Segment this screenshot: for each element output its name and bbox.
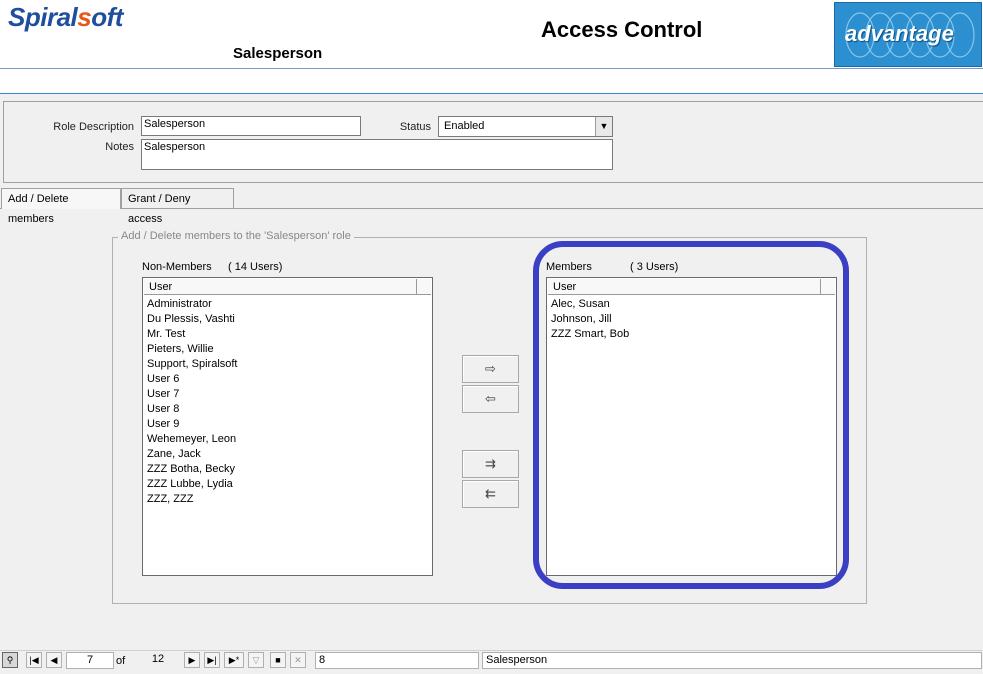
notes-textarea[interactable]: Salesperson [141, 139, 613, 170]
advantage-logo: advantage [834, 2, 982, 67]
members-label: Members [546, 261, 592, 273]
list-item[interactable]: Mr. Test [147, 327, 185, 342]
current-record-input[interactable]: 7 [66, 652, 114, 669]
non-members-column-header[interactable]: User [144, 279, 431, 295]
notes-label: Notes [105, 141, 134, 153]
status-label: Status [399, 121, 431, 133]
add-all-button[interactable]: ⇉ [462, 450, 519, 478]
new-record-icon[interactable]: ▶* [224, 652, 244, 668]
column-header-user: User [553, 281, 577, 293]
non-members-label: Non-Members [142, 261, 212, 273]
list-item[interactable]: Johnson, Jill [551, 312, 612, 327]
spiralsoft-logo: Spiralsoft [8, 2, 123, 32]
page-title: Access Control [541, 17, 703, 42]
list-item[interactable]: Administrator [147, 297, 212, 312]
last-record-icon[interactable]: ▶| [204, 652, 220, 668]
role-title: Salesperson [233, 45, 323, 62]
total-records: 12 [151, 653, 165, 665]
tab-grant-deny-access[interactable]: Grant / Deny access [121, 188, 234, 225]
members-list[interactable]: User Alec, Susan Johnson, Jill ZZZ Smart, … [546, 277, 837, 576]
advantage-text: advantage [845, 21, 954, 46]
list-item[interactable]: ZZZ Botha, Becky [147, 462, 235, 477]
add-selected-button[interactable]: ⇨ [462, 355, 519, 383]
non-members-count: ( 14 Users) [228, 261, 283, 273]
delete-icon[interactable]: ✕ [290, 652, 306, 668]
filter-icon[interactable]: ▽ [248, 652, 264, 668]
column-separator [416, 279, 417, 295]
first-record-icon[interactable]: |◀ [26, 652, 42, 668]
toolbar-strip [0, 69, 983, 94]
remove-selected-button[interactable]: ⇦ [462, 385, 519, 413]
of-label: of [116, 655, 126, 667]
tab-add-delete-members[interactable]: Add / Delete members [1, 188, 121, 225]
members-column-header[interactable]: User [548, 279, 835, 295]
list-item[interactable]: User 9 [147, 417, 179, 432]
list-item[interactable]: Zane, Jack [147, 447, 201, 462]
status-field-value: 8 [315, 652, 479, 669]
group-legend: Add / Delete members to the 'Salesperson… [118, 230, 354, 242]
list-item[interactable]: User 7 [147, 387, 179, 402]
list-item[interactable]: Wehemeyer, Leon [147, 432, 236, 447]
list-item[interactable]: ZZZ Lubbe, Lydia [147, 477, 233, 492]
list-item[interactable]: User 8 [147, 402, 179, 417]
list-item[interactable]: User 6 [147, 372, 179, 387]
list-item[interactable]: ZZZ Smart, Bob [551, 327, 629, 342]
role-description-input[interactable]: Salesperson [141, 116, 361, 136]
binoculars-icon[interactable]: ⚲ [2, 652, 18, 668]
list-item[interactable]: ZZZ, ZZZ [147, 492, 193, 507]
non-members-list[interactable]: User Administrator Du Plessis, Vashti Mr. … [142, 277, 433, 576]
status-select-value: Enabled [444, 120, 485, 132]
list-item[interactable]: Pieters, Willie [147, 342, 214, 357]
column-separator [820, 279, 821, 295]
list-item[interactable]: Support, Spiralsoft [147, 357, 238, 372]
column-header-user: User [149, 281, 173, 293]
status-role-value: Salesperson [482, 652, 982, 669]
members-count: ( 3 Users) [630, 261, 679, 273]
status-select[interactable]: Enabled ▼ [438, 116, 613, 137]
role-description-label: Role Description [53, 121, 134, 133]
save-icon[interactable]: ■ [270, 652, 286, 668]
next-record-icon[interactable]: ▶ [184, 652, 200, 668]
list-item[interactable]: Du Plessis, Vashti [147, 312, 235, 327]
previous-record-icon[interactable]: ◀ [46, 652, 62, 668]
remove-all-button[interactable]: ⇇ [462, 480, 519, 508]
chevron-down-icon[interactable]: ▼ [595, 117, 612, 136]
list-item[interactable]: Alec, Susan [551, 297, 610, 312]
